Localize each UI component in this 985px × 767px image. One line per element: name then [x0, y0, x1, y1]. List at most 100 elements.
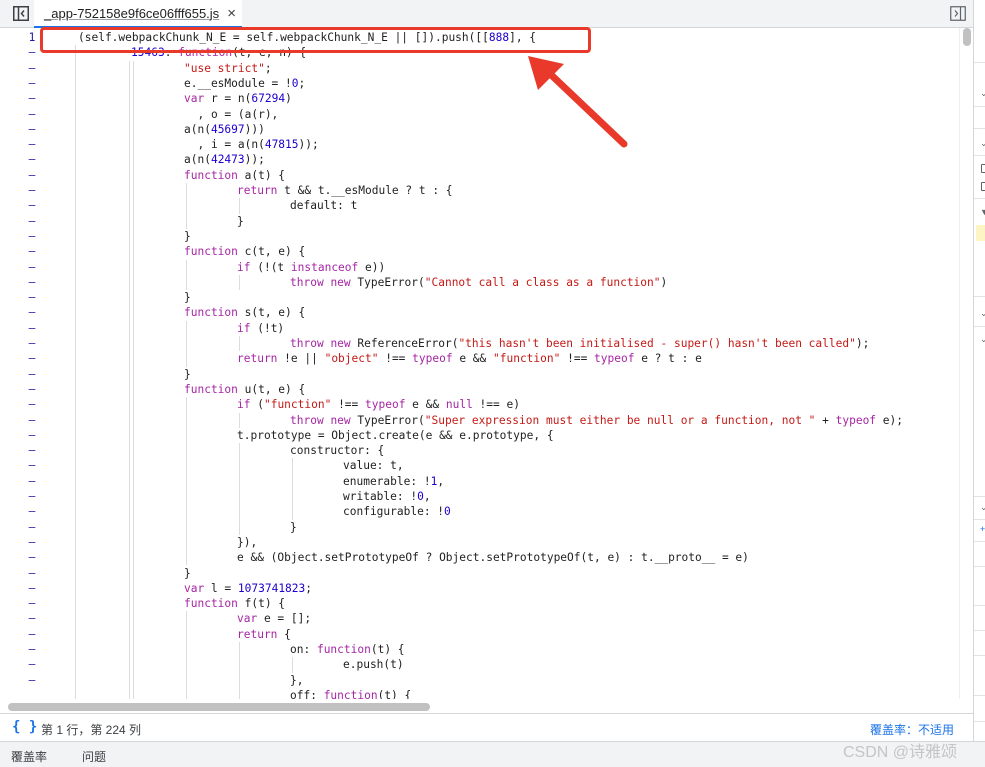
code-line[interactable]: – function f(t) {	[6, 596, 967, 611]
coverage-status-link[interactable]: 覆盖率：不适用	[870, 721, 954, 738]
code-line[interactable]: – e && (Object.setPrototypeOf ? Object.se…	[6, 550, 967, 565]
code-line[interactable]: – if (!(t instanceof e))	[6, 260, 967, 275]
code-line[interactable]: – "use strict";	[6, 61, 967, 76]
line-number[interactable]: –	[6, 305, 58, 320]
line-number[interactable]: –	[6, 336, 58, 351]
code-line[interactable]: –}),	[6, 535, 967, 550]
code-line[interactable]: – t.prototype = Object.create(e && e.prot…	[6, 428, 967, 443]
line-number[interactable]: –	[6, 627, 58, 642]
line-number[interactable]: –	[6, 535, 58, 550]
code-line[interactable]: – value: t,	[6, 458, 967, 473]
line-number[interactable]: –	[6, 596, 58, 611]
code-line[interactable]: off: function(t) {	[6, 688, 967, 699]
close-icon[interactable]: ×	[227, 6, 236, 21]
line-number[interactable]: –	[6, 183, 58, 198]
navigator-toggle-icon[interactable]	[13, 6, 29, 21]
line-number[interactable]: –	[6, 152, 58, 167]
line-number[interactable]: –	[6, 168, 58, 183]
line-number[interactable]: –	[6, 443, 58, 458]
code-line[interactable]: – throw new TypeError("Super expression m…	[6, 413, 967, 428]
line-number[interactable]: –	[6, 520, 58, 535]
line-number[interactable]: –	[6, 428, 58, 443]
code-line[interactable]: – enumerable: !1,	[6, 474, 967, 489]
line-number[interactable]: –	[6, 321, 58, 336]
code-line[interactable]: –}	[6, 229, 967, 244]
code-line[interactable]: – writable: !0,	[6, 489, 967, 504]
vertical-scroll-thumb[interactable]	[963, 28, 971, 46]
code-line[interactable]: – default: t	[6, 198, 967, 213]
code-line[interactable]: – e.push(t)	[6, 657, 967, 672]
line-number[interactable]: –	[6, 474, 58, 489]
line-number[interactable]: –	[6, 397, 58, 412]
pretty-print-icon[interactable]: { }	[12, 719, 37, 735]
line-number[interactable]: –	[6, 458, 58, 473]
line-number[interactable]: –	[6, 244, 58, 259]
line-number[interactable]: –	[6, 137, 58, 152]
line-number[interactable]: –	[6, 382, 58, 397]
code-line[interactable]: – function u(t, e) {	[6, 382, 967, 397]
vertical-scrollbar[interactable]	[959, 28, 973, 699]
line-number[interactable]: –	[6, 504, 58, 519]
line-number[interactable]: –	[6, 673, 58, 688]
line-number[interactable]: –	[6, 550, 58, 565]
line-number[interactable]: –	[6, 290, 58, 305]
code-line[interactable]: – function a(t) {	[6, 168, 967, 183]
code-line[interactable]: –}	[6, 520, 967, 535]
tab-coverage[interactable]: 覆盖率	[11, 748, 47, 765]
checkbox[interactable]	[981, 164, 985, 173]
code-line[interactable]: – return !e || "object" !== typeof e && "…	[6, 351, 967, 366]
code-line[interactable]: – var r = n(67294)	[6, 91, 967, 106]
code-line[interactable]: – throw new TypeError("Cannot call a clas…	[6, 275, 967, 290]
code-line[interactable]: – on: function(t) {	[6, 642, 967, 657]
code-line[interactable]: –}	[6, 290, 967, 305]
line-number[interactable]: –	[6, 61, 58, 76]
line-number[interactable]: –	[6, 489, 58, 504]
line-number[interactable]: –	[6, 76, 58, 91]
line-number[interactable]: –	[6, 566, 58, 581]
tab-app-js[interactable]: _app-752158e9f6ce06fff655.js ×	[34, 0, 242, 28]
line-number[interactable]: –	[6, 91, 58, 106]
line-number[interactable]: –	[6, 275, 58, 290]
line-number[interactable]: –	[6, 367, 58, 382]
debugger-toggle-icon[interactable]	[950, 6, 966, 21]
code-line[interactable]: – if (!t)	[6, 321, 967, 336]
line-number[interactable]: –	[6, 198, 58, 213]
code-line[interactable]: – var l = 1073741823;	[6, 581, 967, 596]
plus-icon[interactable]: +	[980, 524, 985, 534]
code-line[interactable]: – if ("function" !== typeof e && null !==…	[6, 397, 967, 412]
code-line[interactable]: – e.__esModule = !0;	[6, 76, 967, 91]
line-number[interactable]: –	[6, 229, 58, 244]
code-line[interactable]: – a(n(45697)))	[6, 122, 967, 137]
code-line[interactable]: –}	[6, 214, 967, 229]
code-line[interactable]: –},	[6, 673, 967, 688]
chevron-down-icon[interactable]: ⌄	[980, 138, 985, 149]
chevron-down-icon[interactable]: ⌄	[980, 308, 985, 319]
code-line[interactable]: – constructor: {	[6, 443, 967, 458]
code-line[interactable]: – return t && t.__esModule ? t : {	[6, 183, 967, 198]
code-line[interactable]: – return {	[6, 627, 967, 642]
code-line[interactable]: –}	[6, 367, 967, 382]
tab-issues[interactable]: 问题	[82, 748, 106, 765]
line-number[interactable]: –	[6, 260, 58, 275]
line-number[interactable]: –	[6, 107, 58, 122]
line-number[interactable]: –	[6, 642, 58, 657]
code-line[interactable]: – configurable: !0	[6, 504, 967, 519]
code-line[interactable]: – , i = a(n(47815));	[6, 137, 967, 152]
line-number[interactable]: –	[6, 581, 58, 596]
horizontal-scroll-thumb[interactable]	[8, 703, 430, 711]
code-line[interactable]: – function s(t, e) {	[6, 305, 967, 320]
checkbox[interactable]	[981, 182, 985, 191]
chevron-down-icon[interactable]: ⌄	[980, 334, 985, 345]
triangle-down-icon[interactable]: ▼	[980, 207, 985, 217]
code-line[interactable]: – function c(t, e) {	[6, 244, 967, 259]
line-number[interactable]: –	[6, 122, 58, 137]
code-line[interactable]: –}	[6, 566, 967, 581]
line-number[interactable]: –	[6, 351, 58, 366]
chevron-down-icon[interactable]: ⌄	[980, 502, 985, 513]
line-number[interactable]: –	[6, 611, 58, 626]
code-line[interactable]: – throw new ReferenceError("this hasn't b…	[6, 336, 967, 351]
code-line[interactable]: – var e = [];	[6, 611, 967, 626]
code-editor[interactable]: 1 (self.webpackChunk_N_E = self.webpackCh…	[6, 28, 967, 699]
horizontal-scrollbar[interactable]	[6, 699, 959, 713]
code-line[interactable]: – a(n(42473));	[6, 152, 967, 167]
